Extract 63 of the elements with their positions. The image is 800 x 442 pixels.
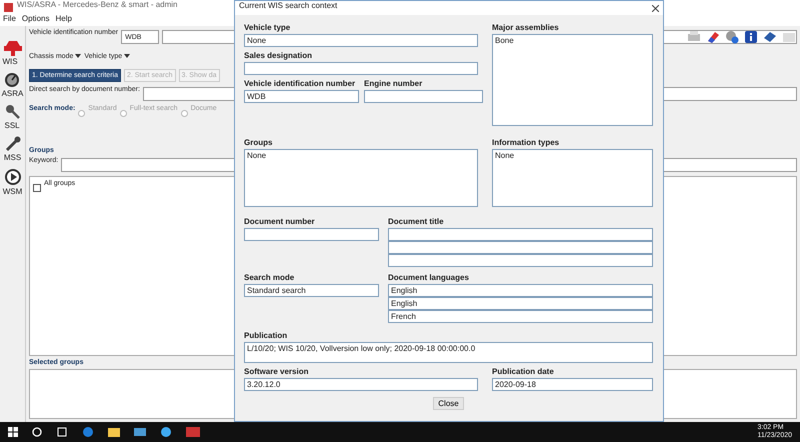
text-field[interactable]: [388, 228, 653, 241]
printer-icon[interactable]: [687, 30, 701, 44]
field-label: Information types: [492, 138, 560, 147]
menu-item[interactable]: File: [3, 14, 16, 23]
folder-icon[interactable]: [108, 426, 120, 438]
field-label: Publication date: [492, 367, 555, 376]
text-field[interactable]: [244, 228, 379, 241]
search-icon[interactable]: [32, 427, 42, 437]
monitor-icon[interactable]: [134, 426, 146, 438]
sidebar-label[interactable]: SSL: [4, 121, 20, 130]
field-label: Vehicle type: [244, 23, 292, 32]
sidebar-label[interactable]: MSS: [4, 153, 22, 162]
wrench-icon: [4, 136, 20, 152]
field-label: Document languages: [388, 273, 470, 282]
field-label: Engine number: [364, 79, 424, 88]
field-label: Major assemblies: [492, 23, 560, 32]
text-field[interactable]: Standard search: [244, 284, 379, 297]
field-label: Sales designation: [244, 51, 314, 60]
app-icon: [4, 2, 13, 12]
field-label: Document number: [244, 217, 316, 226]
eraser-icon[interactable]: [706, 30, 720, 44]
text-field[interactable]: [364, 90, 483, 103]
text-field[interactable]: Bone: [492, 34, 653, 126]
field-label: Document title: [388, 217, 445, 226]
gauge-icon: [4, 72, 20, 88]
sidebar-label[interactable]: WSM: [2, 187, 22, 196]
menu-item[interactable]: Options: [22, 14, 50, 23]
text-field[interactable]: WDB: [244, 90, 359, 103]
play-icon: [4, 168, 22, 186]
task-view-icon[interactable]: [56, 427, 68, 437]
close-icon[interactable]: [652, 4, 659, 12]
key-icon: [4, 104, 20, 120]
radio-button[interactable]: [78, 110, 86, 116]
field-label: Software version: [244, 367, 310, 376]
checkbox[interactable]: [33, 184, 41, 192]
info-icon[interactable]: [744, 30, 758, 44]
text-field[interactable]: 3.20.12.0: [244, 378, 478, 391]
caret-icon: [124, 54, 130, 58]
close-button[interactable]: Close: [433, 397, 464, 410]
text-field[interactable]: None: [244, 149, 478, 207]
text-field[interactable]: L/10/20; WIS 10/20, Vollversion low only; 2020-09-18 00:00:00.0: [244, 342, 653, 363]
text-field[interactable]: [388, 241, 653, 254]
sidebar-label[interactable]: ASRA: [2, 89, 24, 98]
field-label: Search mode: [244, 273, 296, 282]
text-field[interactable]: [388, 254, 653, 267]
field-label: Vehicle identification number: [244, 79, 356, 88]
text-field[interactable]: 2020-09-18: [492, 378, 653, 391]
text-field[interactable]: French: [388, 310, 653, 323]
menu-item[interactable]: Help: [55, 14, 72, 23]
caret-icon: [75, 54, 82, 58]
text-field[interactable]: English: [388, 284, 653, 297]
field-label: Publication: [244, 331, 288, 340]
text-field[interactable]: None: [244, 34, 478, 47]
dialog-title: Current WIS search context: [239, 1, 338, 10]
text-field[interactable]: [244, 62, 478, 75]
windows-icon[interactable]: [8, 427, 18, 437]
field-label: Groups: [244, 138, 274, 147]
radio-button[interactable]: [120, 110, 127, 116]
text-field[interactable]: None: [492, 149, 653, 207]
sidebar-label[interactable]: WIS: [2, 57, 18, 66]
text-field[interactable]: English: [388, 297, 653, 310]
radio-button[interactable]: [180, 110, 188, 116]
window-title: WIS/ASRA - Mercedes-Benz & smart - admin: [17, 0, 178, 9]
